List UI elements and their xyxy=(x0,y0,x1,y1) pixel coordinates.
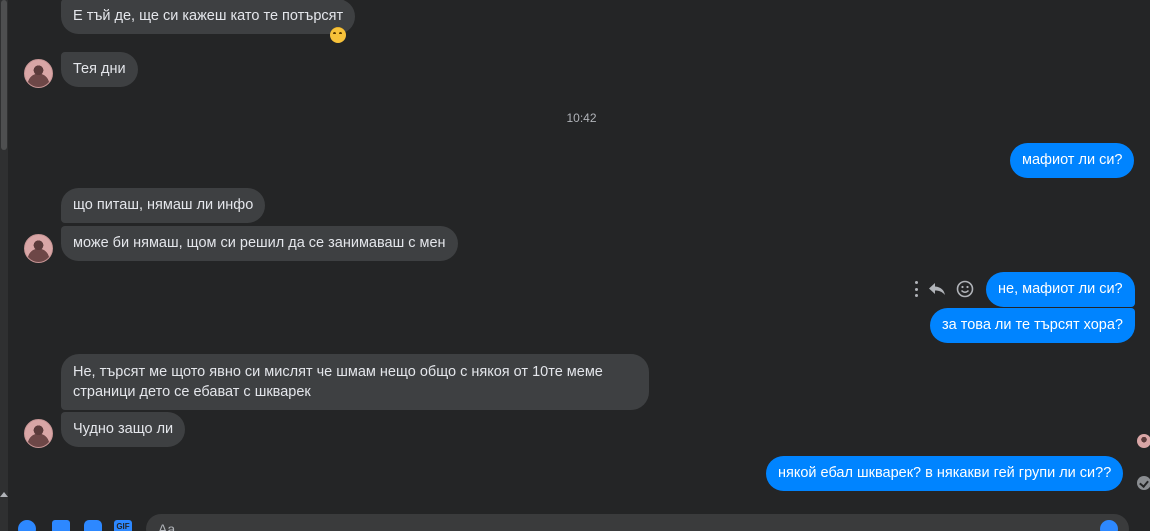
outgoing-message[interactable]: мафиот ли си? xyxy=(1010,143,1135,178)
reaction-emoji-icon[interactable] xyxy=(330,27,346,43)
incoming-message[interactable]: може би нямаш, щом си решил да се занима… xyxy=(61,226,458,261)
incoming-message[interactable]: Не, търсят ме щото явно си мислят че шма… xyxy=(61,354,649,410)
sticker-icon[interactable] xyxy=(84,520,102,531)
scrollbar[interactable] xyxy=(0,0,8,531)
message-text: Тея дни xyxy=(73,61,126,77)
seen-avatar xyxy=(1137,434,1150,448)
outgoing-message[interactable]: за това ли те търсят хора? xyxy=(930,308,1135,343)
message-text: за това ли те търсят хора? xyxy=(942,317,1123,333)
react-icon[interactable] xyxy=(956,280,974,298)
message-actions xyxy=(914,280,974,298)
message-text: Чудно защо ли xyxy=(73,421,174,437)
avatar[interactable] xyxy=(24,59,53,88)
reply-icon[interactable] xyxy=(928,282,946,296)
incoming-message[interactable]: що питаш, нямаш ли инфо xyxy=(61,188,266,223)
plus-icon[interactable] xyxy=(18,520,36,531)
emoji-icon[interactable] xyxy=(1100,520,1118,531)
incoming-message[interactable]: Чудно защо ли xyxy=(61,412,186,447)
scroll-down-arrow-icon[interactable] xyxy=(0,492,8,497)
message-text: що питаш, нямаш ли инфо xyxy=(73,197,254,213)
scrollbar-thumb[interactable] xyxy=(1,0,7,150)
more-icon[interactable] xyxy=(914,281,918,297)
incoming-message[interactable]: Тея дни xyxy=(61,52,138,87)
message-text: Не, търсят ме щото явно си мислят че шма… xyxy=(73,364,603,380)
timestamp: 10:42 xyxy=(566,111,597,125)
sent-check-icon xyxy=(1137,476,1150,490)
message-text: не, мафиот ли си? xyxy=(998,281,1123,297)
gif-icon[interactable]: GIF xyxy=(114,520,132,531)
incoming-message[interactable]: Е тъй де, ще си кажеш като те потърсят xyxy=(61,0,356,34)
chat-window: Е тъй де, ще си кажеш като те потърсят Т… xyxy=(0,0,1150,531)
outgoing-message[interactable]: някой ебал шкварек? в някакви гей групи … xyxy=(766,456,1124,491)
message-input[interactable] xyxy=(146,514,1129,531)
avatar[interactable] xyxy=(24,234,53,263)
outgoing-message[interactable]: не, мафиот ли си? xyxy=(986,272,1135,307)
message-text: Е тъй де, ще си кажеш като те потърсят xyxy=(73,8,344,24)
photo-icon[interactable] xyxy=(52,520,70,531)
message-text: мафиот ли си? xyxy=(1022,152,1123,168)
message-text: може би нямаш, щом си решил да се занима… xyxy=(73,235,446,251)
message-text: страници дето се ебават с шкварек xyxy=(73,384,311,400)
composer: GIF xyxy=(0,512,1150,531)
message-text: някой ебал шкварек? в някакви гей групи … xyxy=(778,465,1112,481)
avatar[interactable] xyxy=(24,419,53,448)
